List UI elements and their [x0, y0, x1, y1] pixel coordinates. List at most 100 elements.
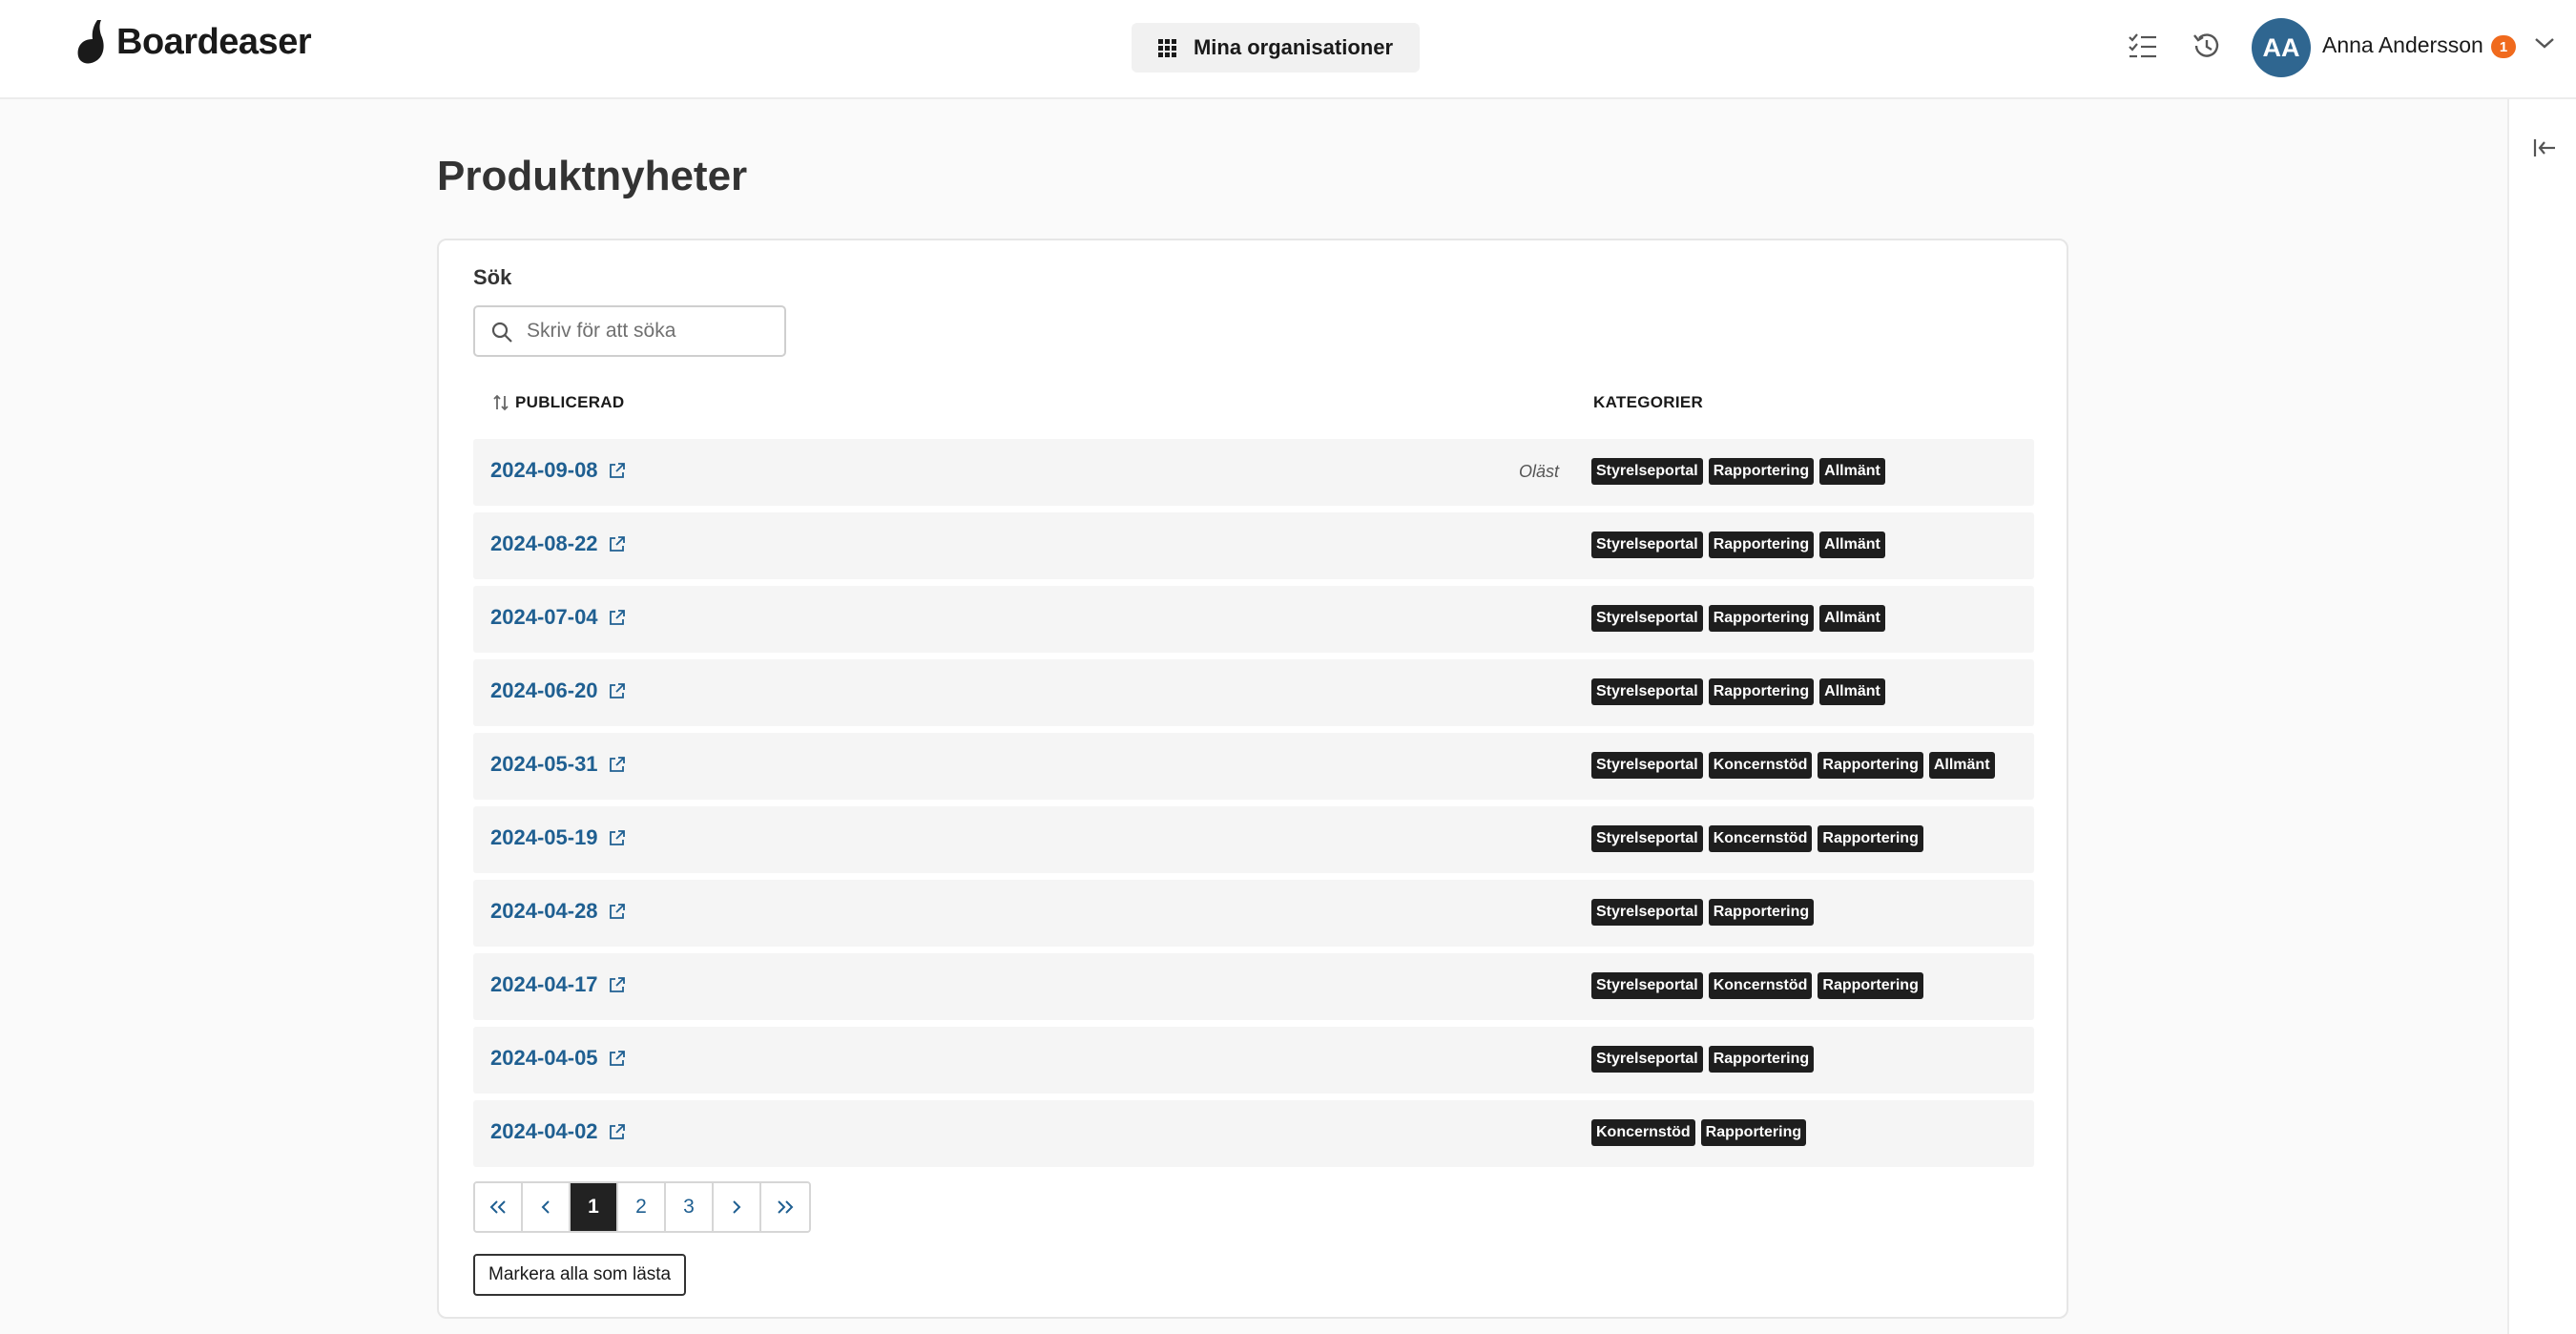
search-input[interactable] — [527, 315, 775, 347]
news-date-link[interactable]: 2024-04-17 — [490, 972, 627, 997]
double-chevron-right-icon — [778, 1200, 794, 1214]
chevron-left-icon — [541, 1200, 550, 1214]
column-header-published[interactable]: PUBLICERAD — [492, 393, 624, 412]
category-tag: Allmänt — [1819, 678, 1885, 705]
sort-icon — [493, 394, 509, 411]
my-organizations-button[interactable]: Mina organisationer — [1132, 23, 1420, 73]
category-tag: Allmänt — [1928, 752, 1995, 779]
unread-status: Oläst — [1518, 462, 1559, 481]
news-date-link[interactable]: 2024-08-22 — [490, 532, 627, 556]
history-icon[interactable] — [2187, 27, 2225, 65]
table-row: 2024-04-02 Koncernstöd Rapportering — [473, 1100, 2034, 1167]
news-date-link[interactable]: 2024-04-05 — [490, 1046, 627, 1071]
search-label: Sök — [473, 265, 512, 289]
external-link-icon — [609, 757, 625, 772]
external-link-icon — [609, 683, 625, 698]
category-list: Styrelseportal Rapportering Allmänt — [1591, 678, 1891, 705]
news-date-text: 2024-08-22 — [490, 532, 598, 555]
news-date-link[interactable]: 2024-05-31 — [490, 752, 627, 777]
category-tag: Koncernstöd — [1591, 1119, 1695, 1146]
category-tag: Styrelseportal — [1591, 899, 1703, 926]
page-button-1[interactable]: 1 — [571, 1183, 618, 1231]
grid-icon — [1157, 38, 1176, 57]
category-tag: Styrelseportal — [1591, 458, 1703, 485]
category-tag: Styrelseportal — [1591, 532, 1703, 558]
search-icon — [490, 321, 513, 348]
first-page-button[interactable] — [475, 1183, 523, 1231]
external-link-icon — [609, 830, 625, 845]
category-list: Styrelseportal Rapportering Allmänt — [1591, 532, 1891, 558]
chevron-right-icon — [733, 1200, 741, 1214]
category-tag: Rapportering — [1708, 678, 1815, 705]
category-list: Styrelseportal Rapportering Allmänt — [1591, 458, 1891, 485]
category-tag: Rapportering — [1700, 1119, 1807, 1146]
external-link-icon — [609, 463, 625, 478]
notification-badge: 1 — [2491, 35, 2516, 58]
my-organizations-label: Mina organisationer — [1193, 35, 1394, 59]
news-date-text: 2024-04-05 — [490, 1046, 598, 1070]
column-header-published-label: PUBLICERAD — [515, 393, 625, 411]
category-list: Koncernstöd Rapportering — [1591, 1119, 1812, 1146]
category-tag: Rapportering — [1708, 1046, 1815, 1073]
category-list: Styrelseportal Koncernstöd Rapportering — [1591, 972, 1929, 999]
category-tag: Rapportering — [1708, 458, 1815, 485]
category-tag: Koncernstöd — [1708, 825, 1813, 852]
category-tag: Koncernstöd — [1708, 752, 1813, 779]
external-link-icon — [609, 904, 625, 919]
category-tag: Styrelseportal — [1591, 752, 1703, 779]
category-tag: Rapportering — [1708, 605, 1815, 632]
column-header-categories: KATEGORIER — [1593, 393, 1704, 411]
news-date-text: 2024-06-20 — [490, 678, 598, 702]
table-row: 2024-06-20 Styrelseportal Rapportering Allm… — [473, 659, 2034, 726]
news-date-text: 2024-04-02 — [490, 1119, 598, 1143]
category-tag: Allmänt — [1819, 458, 1885, 485]
page-button-3[interactable]: 3 — [666, 1183, 714, 1231]
news-date-link[interactable]: 2024-07-04 — [490, 605, 627, 630]
category-tag: Styrelseportal — [1591, 678, 1703, 705]
category-tag: Rapportering — [1818, 752, 1923, 779]
next-page-button[interactable] — [714, 1183, 761, 1231]
external-link-icon — [609, 536, 625, 552]
news-date-text: 2024-07-04 — [490, 605, 598, 629]
double-chevron-left-icon — [489, 1200, 506, 1214]
top-header: Boardeaser Mina organisationer AA Anna A… — [0, 0, 2576, 99]
collapse-panel-icon[interactable] — [2532, 137, 2557, 163]
chevron-down-icon[interactable] — [2534, 36, 2555, 54]
news-date-link[interactable]: 2024-04-28 — [490, 899, 627, 924]
category-tag: Styrelseportal — [1591, 825, 1703, 852]
search-box[interactable] — [473, 305, 786, 357]
news-date-link[interactable]: 2024-06-20 — [490, 678, 627, 703]
table-row: 2024-05-19 Styrelseportal Koncernstöd Rappo… — [473, 806, 2034, 873]
logo[interactable]: Boardeaser — [74, 17, 312, 67]
table-row: 2024-08-22 Styrelseportal Rapportering Allm… — [473, 512, 2034, 579]
table-row: 2024-07-04 Styrelseportal Rapportering Allm… — [473, 586, 2034, 653]
table-row: 2024-04-28 Styrelseportal Rapportering — [473, 880, 2034, 947]
category-list: Styrelseportal Koncernstöd Rapportering All… — [1591, 752, 2001, 779]
prev-page-button[interactable] — [523, 1183, 571, 1231]
external-link-icon — [609, 610, 625, 625]
news-date-link[interactable]: 2024-04-02 — [490, 1119, 627, 1144]
news-date-link[interactable]: 2024-05-19 — [490, 825, 627, 850]
external-link-icon — [609, 977, 625, 992]
category-tag: Koncernstöd — [1708, 972, 1813, 999]
page-button-2[interactable]: 2 — [618, 1183, 666, 1231]
news-date-text: 2024-04-17 — [490, 972, 598, 996]
mark-all-read-button[interactable]: Markera alla som lästa — [473, 1254, 687, 1296]
user-name[interactable]: Anna Andersson — [2322, 32, 2483, 58]
news-date-link[interactable]: 2024-09-08 — [490, 458, 627, 483]
category-tag: Rapportering — [1818, 825, 1923, 852]
page-title: Produktnyheter — [437, 153, 748, 199]
news-date-text: 2024-05-19 — [490, 825, 598, 849]
table-row: 2024-05-31 Styrelseportal Koncernstöd Rappo… — [473, 733, 2034, 800]
category-list: Styrelseportal Rapportering — [1591, 899, 1819, 926]
external-link-icon — [609, 1124, 625, 1139]
checklist-icon[interactable] — [2124, 27, 2162, 65]
category-tag: Styrelseportal — [1591, 972, 1703, 999]
news-date-text: 2024-09-08 — [490, 458, 598, 482]
last-page-button[interactable] — [761, 1183, 809, 1231]
avatar[interactable]: AA — [2252, 18, 2311, 77]
news-date-text: 2024-05-31 — [490, 752, 598, 776]
category-tag: Rapportering — [1708, 532, 1815, 558]
news-date-text: 2024-04-28 — [490, 899, 598, 923]
side-panel — [2507, 99, 2576, 1334]
